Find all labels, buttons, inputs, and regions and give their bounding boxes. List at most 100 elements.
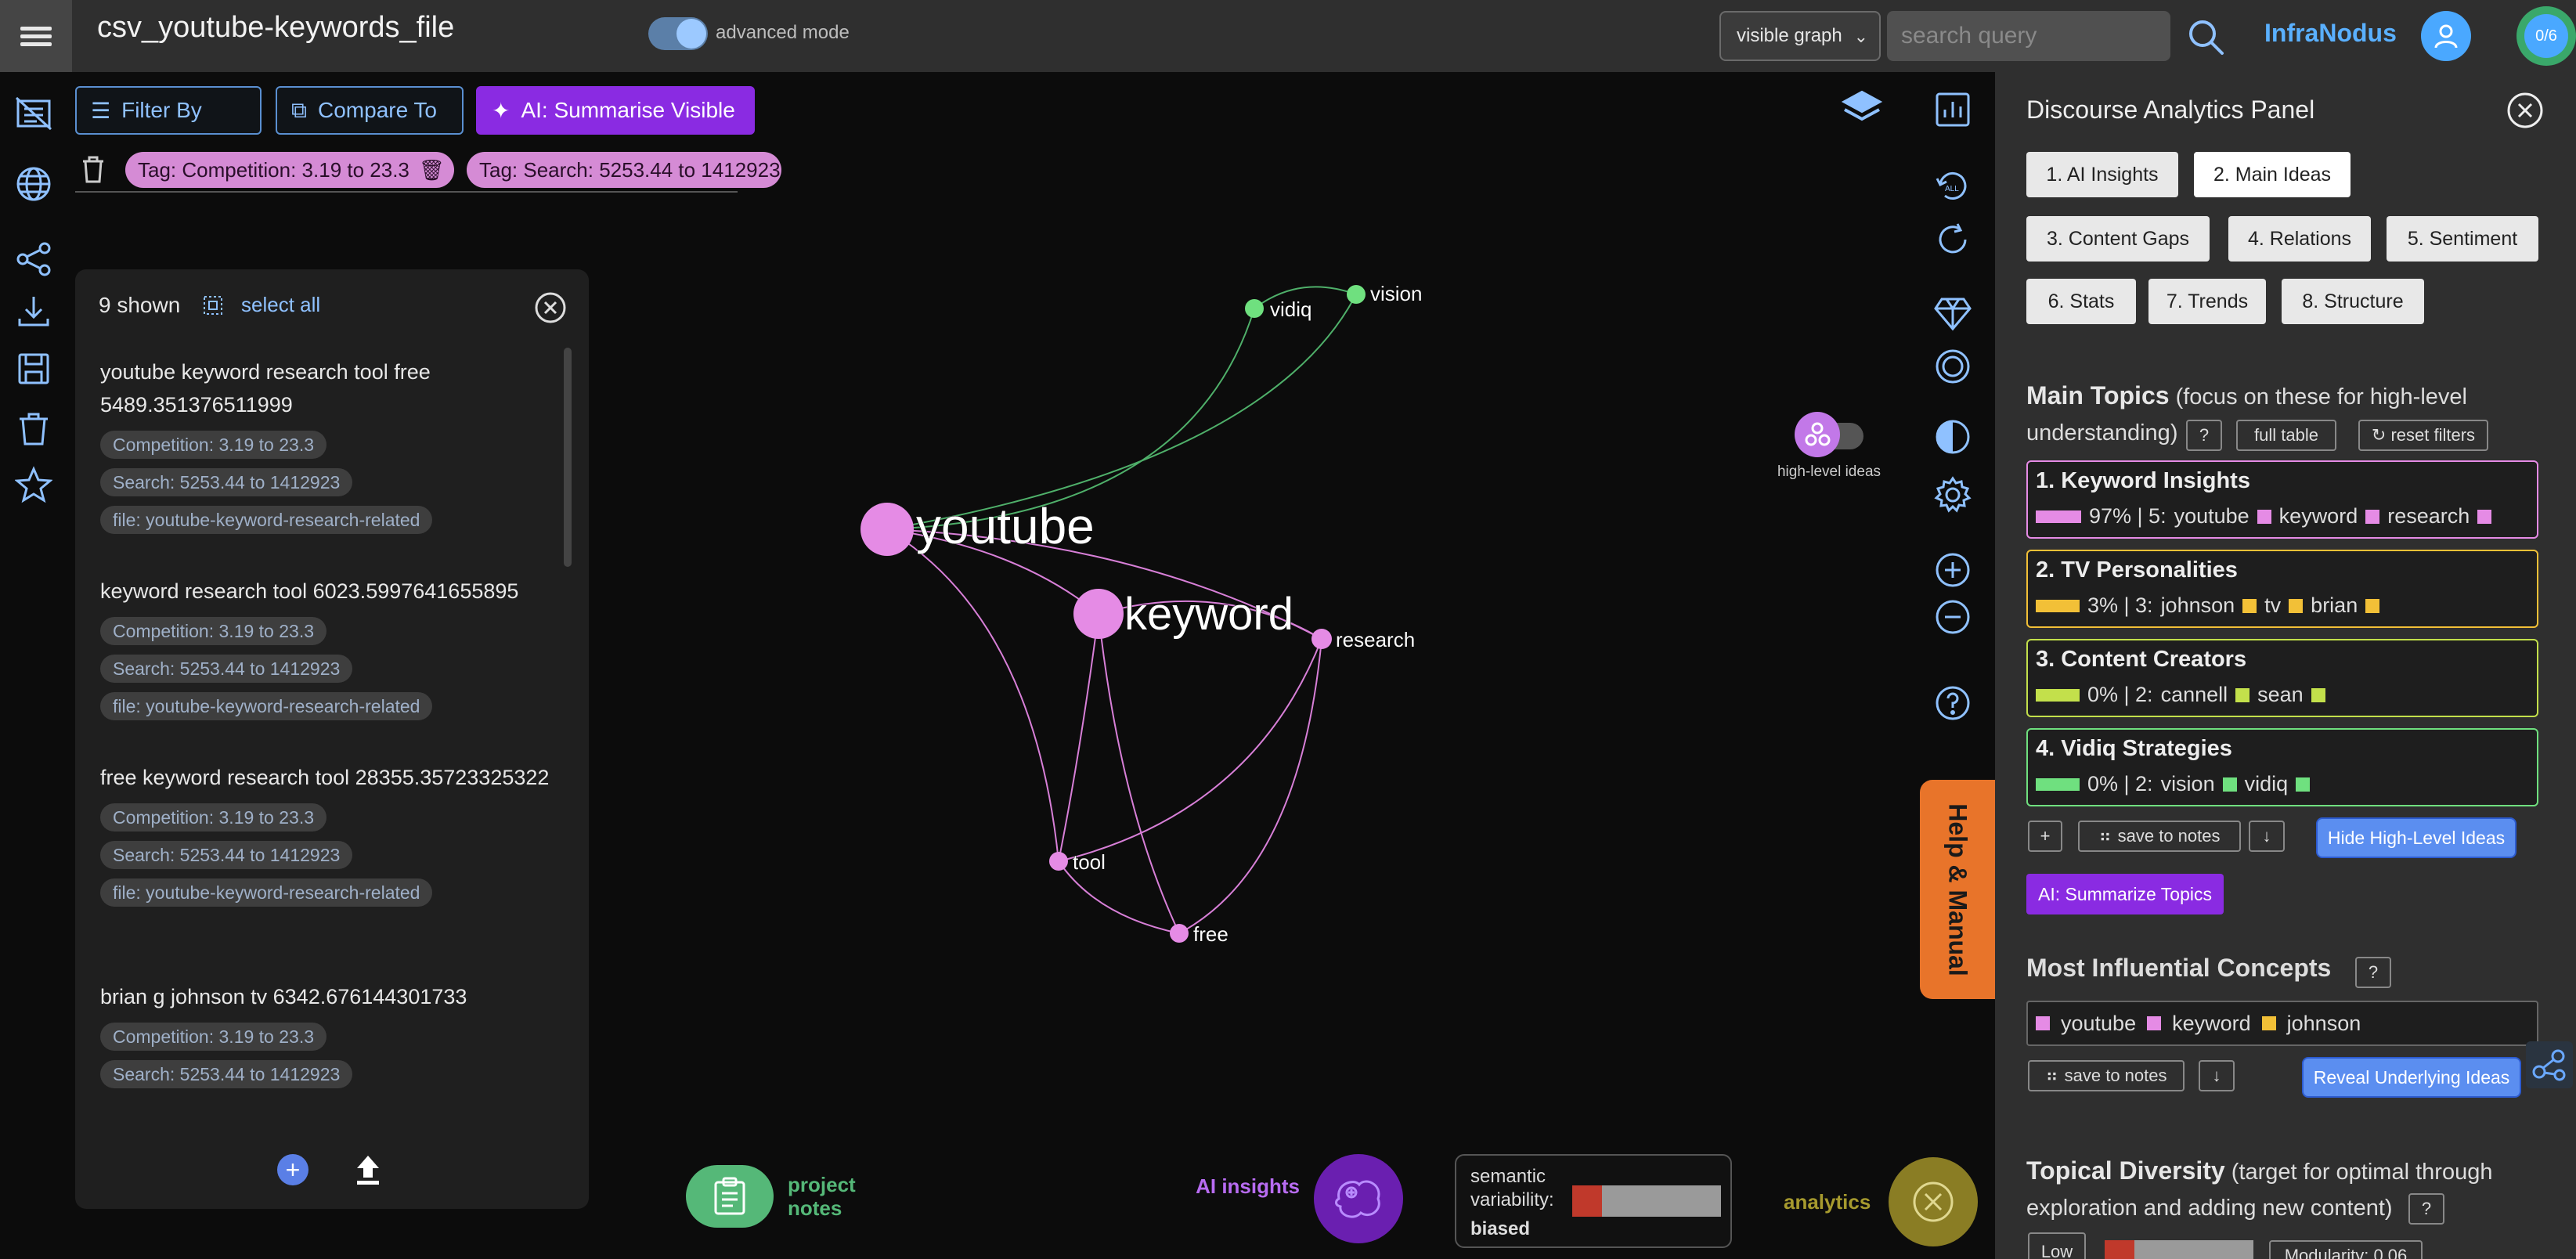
graph-node-research[interactable] [1311, 629, 1332, 649]
project-notes-label[interactable]: project notes [788, 1173, 874, 1220]
graph-node-tool[interactable] [1049, 852, 1068, 871]
doc-tag[interactable]: Competition: 3.19 to 23.3 [100, 803, 327, 832]
graph-view-select[interactable]: visible graph ⌄ [1719, 11, 1881, 61]
tab-ai-insights[interactable]: 1. AI Insights [2026, 152, 2178, 197]
topic-word[interactable]: vidiq [2245, 772, 2289, 796]
tab-main-ideas[interactable]: 2. Main Ideas [2194, 152, 2351, 197]
project-notes-button[interactable] [686, 1165, 774, 1228]
tab-stats[interactable]: 6. Stats [2026, 279, 2136, 324]
concept-word[interactable]: keyword [2172, 1012, 2251, 1036]
tab-trends[interactable]: 7. Trends [2148, 279, 2266, 324]
refresh-icon[interactable] [1931, 218, 1975, 262]
select-all-link[interactable]: select all [241, 293, 320, 317]
doc-tag[interactable]: file: youtube-keyword-research-related [100, 878, 433, 907]
tab-content-gaps[interactable]: 3. Content Gaps [2026, 216, 2210, 262]
search-icon[interactable] [2186, 17, 2225, 56]
topic-word[interactable]: youtube [2174, 504, 2249, 528]
diversity-help-button[interactable]: ? [2408, 1193, 2444, 1225]
topic-word[interactable]: sean [2257, 683, 2304, 707]
tab-relations[interactable]: 4. Relations [2228, 216, 2371, 262]
doc-tag[interactable]: Search: 5253.44 to 1412923 [100, 841, 353, 869]
diamond-icon[interactable] [1931, 291, 1975, 335]
ai-insights-button[interactable] [1314, 1154, 1403, 1243]
ai-summarize-topics-button[interactable]: AI: Summarize Topics [2026, 874, 2224, 914]
topic-card[interactable]: 2. TV Personalities 3% | 3: johnson tv bria… [2026, 550, 2538, 628]
graph-edge [886, 528, 1059, 862]
topic-word[interactable]: keyword [2279, 504, 2358, 528]
analytics-close-button[interactable] [1889, 1157, 1978, 1246]
list-item[interactable]: keyword research tool 6023.5997641655895… [100, 575, 554, 720]
topic-word[interactable]: vision [2161, 772, 2215, 796]
concept-word[interactable]: johnson [2287, 1012, 2361, 1036]
add-topic-button[interactable]: + [2028, 821, 2062, 852]
menu-icon[interactable] [0, 0, 72, 72]
main-topics-help-button[interactable]: ? [2186, 420, 2222, 451]
advanced-mode-toggle[interactable] [648, 17, 708, 50]
doc-tag[interactable]: Competition: 3.19 to 23.3 [100, 1023, 327, 1051]
graph-node-label: vidiq [1270, 298, 1311, 321]
list-item[interactable]: youtube keyword research tool free 5489.… [100, 355, 554, 534]
search-input[interactable] [1887, 11, 2170, 61]
reset-filters-button[interactable]: ↻ reset filters [2358, 420, 2488, 451]
topic-title: 2. TV Personalities [2036, 557, 2238, 583]
doc-tag[interactable]: Search: 5253.44 to 1412923 [100, 1060, 353, 1088]
doc-tag[interactable]: Search: 5253.44 to 1412923 [100, 655, 353, 683]
save-to-notes-button[interactable]: ⠶ save to notes [2078, 821, 2241, 852]
topic-word[interactable]: tv [2264, 593, 2281, 618]
brand-logo[interactable]: InfraNodus [2264, 19, 2397, 48]
select-all-icon[interactable] [202, 294, 224, 316]
list-item[interactable]: free keyword research tool 28355.3572332… [100, 761, 554, 907]
contrast-icon[interactable] [1931, 415, 1975, 459]
zoom-in-icon[interactable] [1931, 548, 1975, 592]
graph-node-vidiq[interactable] [1245, 299, 1264, 318]
doc-tag[interactable]: file: youtube-keyword-research-related [100, 506, 433, 534]
topic-word[interactable]: cannell [2161, 683, 2228, 707]
help-manual-tab[interactable]: Help & Manual [1920, 780, 1995, 999]
semantic-variability-widget[interactable]: semantic variability: biased [1455, 1154, 1732, 1248]
topic-card[interactable]: 3. Content Creators 0% | 2: cannell sean [2026, 639, 2538, 717]
upload-icon[interactable] [352, 1153, 384, 1187]
topic-card[interactable]: 4. Vidiq Strategies 0% | 2: vision vidiq [2026, 728, 2538, 806]
graph-node-free[interactable] [1170, 924, 1189, 943]
topic-word[interactable]: brian [2311, 593, 2358, 618]
doc-tag[interactable]: file: youtube-keyword-research-related [100, 692, 433, 720]
focus-icon[interactable] [1931, 345, 1975, 388]
user-avatar[interactable] [2421, 11, 2471, 61]
close-icon[interactable] [2506, 91, 2545, 130]
zoom-out-icon[interactable] [1931, 595, 1975, 639]
ai-insights-label[interactable]: AI insights [1190, 1174, 1300, 1198]
tab-structure[interactable]: 8. Structure [2282, 279, 2424, 324]
network-icon[interactable] [2526, 1041, 2573, 1088]
graph-node-keyword[interactable] [1073, 589, 1124, 639]
influential-help-button[interactable]: ? [2355, 957, 2391, 988]
counter-badge[interactable]: 0/6 [2516, 6, 2576, 66]
help-icon[interactable] [1931, 681, 1975, 725]
topic-word[interactable]: research [2387, 504, 2470, 528]
graph-node-youtube[interactable] [860, 503, 914, 556]
doc-tag[interactable]: Competition: 3.19 to 23.3 [100, 617, 327, 645]
close-icon[interactable] [534, 291, 567, 324]
list-item[interactable]: brian g johnson tv 6342.676144301733 Com… [100, 980, 554, 1088]
doc-tag[interactable]: Search: 5253.44 to 1412923 [100, 468, 353, 496]
tab-sentiment[interactable]: 5. Sentiment [2387, 216, 2538, 262]
topic-word[interactable]: johnson [2161, 593, 2235, 618]
add-document-button[interactable]: + [277, 1154, 308, 1185]
download-topics-button[interactable]: ↓ [2249, 821, 2285, 852]
gear-icon[interactable] [1931, 473, 1975, 517]
full-table-button[interactable]: full table [2236, 420, 2336, 451]
graph-node-vision[interactable] [1347, 285, 1366, 304]
doc-tag[interactable]: Competition: 3.19 to 23.3 [100, 431, 327, 459]
topic-row: 3% | 3: johnson tv brian [2036, 593, 2380, 618]
chart-icon[interactable] [1931, 88, 1975, 132]
concept-word[interactable]: youtube [2061, 1012, 2136, 1036]
counter-value: 0/6 [2524, 14, 2568, 58]
reset-all-icon[interactable]: ALL [1931, 164, 1975, 208]
download-concepts-button[interactable]: ↓ [2199, 1060, 2235, 1091]
reveal-underlying-ideas-button[interactable]: Reveal Underlying Ideas [2302, 1057, 2521, 1098]
save-to-notes-button[interactable]: ⠶ save to notes [2028, 1060, 2185, 1091]
layers-icon[interactable] [1840, 86, 1884, 130]
high-level-ideas-toggle[interactable] [1795, 412, 1870, 459]
topic-card[interactable]: 1. Keyword Insights 97% | 5: youtube keywo… [2026, 460, 2538, 539]
hide-high-level-ideas-button[interactable]: Hide High-Level Ideas [2316, 817, 2516, 858]
analytics-label[interactable]: analytics [1784, 1190, 1871, 1214]
